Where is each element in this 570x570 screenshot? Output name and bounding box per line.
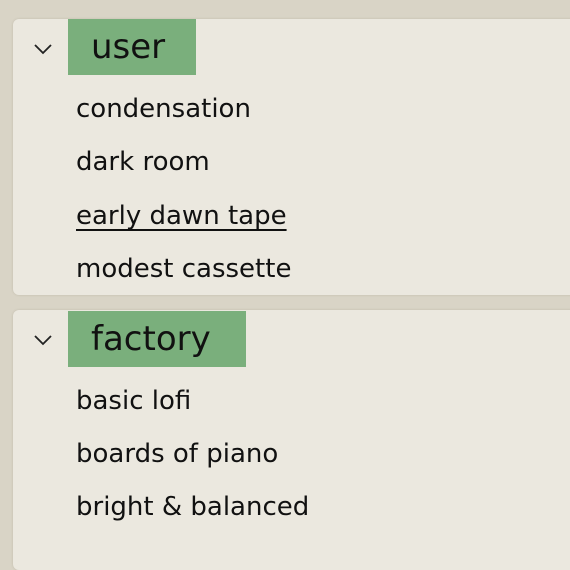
preset-item[interactable]: modest cassette [76, 254, 291, 284]
preset-item[interactable]: dark room [76, 147, 210, 177]
preset-item[interactable]: condensation [76, 94, 251, 124]
preset-group-factory: factory basic lofi boards of piano brigh… [13, 310, 570, 570]
chevron-down-icon[interactable] [32, 329, 54, 351]
preset-item[interactable]: bright & balanced [76, 492, 309, 522]
preset-group-user: user condensation dark room early dawn t… [13, 19, 570, 295]
preset-item-selected[interactable]: early dawn tape [76, 201, 287, 231]
chevron-down-icon[interactable] [32, 38, 54, 60]
group-title-user[interactable]: user [68, 19, 196, 75]
group-title-factory[interactable]: factory [68, 311, 246, 367]
preset-item[interactable]: basic lofi [76, 386, 191, 416]
preset-item[interactable]: boards of piano [76, 439, 278, 469]
